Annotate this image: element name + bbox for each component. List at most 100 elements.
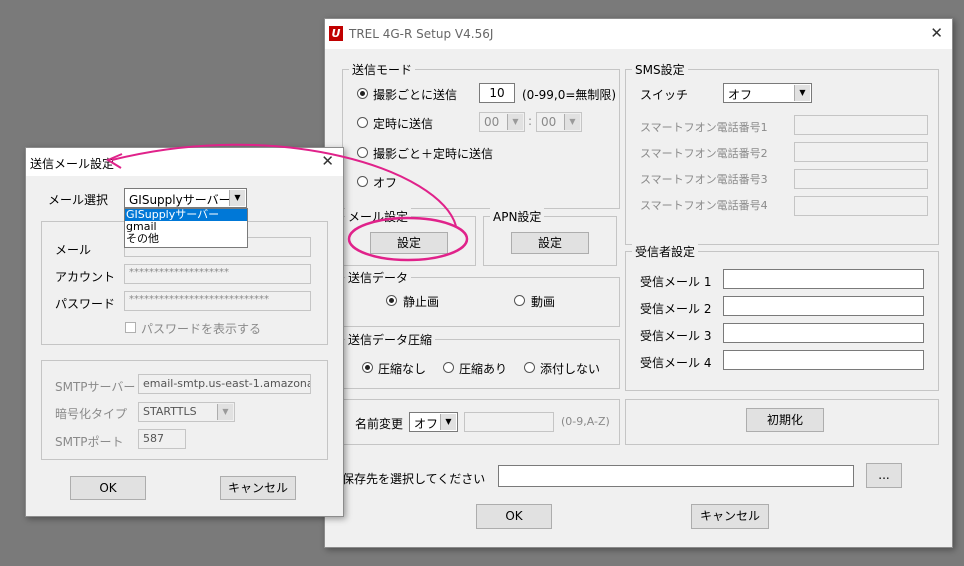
rename-group: 名前変更 オフ ▼ (0-9,A-Z) — [342, 399, 620, 445]
phone3-label: スマートフオン電話番号3 — [640, 173, 768, 186]
phone4-label: スマートフオン電話番号4 — [640, 199, 768, 212]
phone4-input[interactable] — [794, 196, 928, 216]
mail-settings-button[interactable]: 設定 — [370, 232, 448, 254]
chevron-down-icon: ▼ — [440, 414, 456, 430]
recipients-legend: 受信者設定 — [632, 243, 699, 260]
account-input[interactable]: ******************** — [124, 264, 311, 284]
recipient4-input[interactable] — [723, 350, 924, 370]
label-send-off: オフ — [373, 176, 398, 190]
browse-button[interactable]: ... — [866, 463, 902, 488]
compression-legend: 送信データ圧縮 — [345, 331, 436, 348]
radio-compression[interactable] — [443, 362, 454, 373]
send-count-hint: (0-99,0=無制限) — [522, 88, 617, 102]
show-password-label: パスワードを表示する — [141, 322, 262, 336]
encryption-select[interactable]: STARTTLS ▼ — [138, 402, 235, 422]
recipient2-input[interactable] — [723, 296, 924, 316]
chevron-down-icon: ▼ — [217, 404, 233, 420]
rename-hint: (0-9,A-Z) — [561, 415, 610, 428]
main-ok-button[interactable]: OK — [476, 504, 552, 529]
password-input[interactable]: **************************** — [124, 291, 311, 311]
init-button[interactable]: 初期化 — [746, 408, 824, 432]
main-window-title: TREL 4G-R Setup V4.56J — [349, 27, 494, 41]
apn-settings-legend: APN設定 — [490, 208, 545, 225]
label-no-compression: 圧縮なし — [378, 362, 427, 376]
recipient1-label: 受信メール 1 — [640, 275, 712, 289]
phone2-label: スマートフオン電話番号2 — [640, 147, 768, 160]
recipient3-label: 受信メール 3 — [640, 329, 712, 343]
label-no-attach: 添付しない — [540, 362, 601, 376]
minute-select[interactable]: 00 ▼ — [536, 112, 582, 132]
mail-select[interactable]: GISupplyサーバー ▼ — [124, 188, 247, 208]
label-send-timed: 定時に送信 — [373, 117, 434, 131]
radio-send-timed[interactable] — [357, 117, 368, 128]
mail-label: メール — [55, 243, 92, 257]
sms-group: SMS設定 スイッチ オフ ▼ スマートフオン電話番号1 スマートフオン電話番号… — [625, 61, 939, 245]
apn-settings-group: APN設定 設定 — [483, 208, 617, 266]
chevron-down-icon: ▼ — [794, 85, 810, 101]
chevron-down-icon: ▼ — [229, 190, 245, 206]
phone3-input[interactable] — [794, 169, 928, 189]
label-still-image: 静止画 — [403, 295, 440, 309]
chevron-down-icon: ▼ — [507, 114, 523, 130]
encryption-label: 暗号化タイプ — [55, 407, 128, 421]
dialog-ok-button[interactable]: OK — [70, 476, 146, 500]
rename-label: 名前変更 — [355, 417, 404, 431]
radio-no-compression[interactable] — [362, 362, 373, 373]
recipient1-input[interactable] — [723, 269, 924, 289]
hour-select[interactable]: 00 ▼ — [479, 112, 525, 132]
phone2-input[interactable] — [794, 142, 928, 162]
save-location-label: 保存先を選択してください — [342, 472, 486, 486]
mail-select-label: メール選択 — [48, 193, 109, 207]
dropdown-option-other[interactable]: その他 — [125, 233, 247, 245]
recipient3-input[interactable] — [723, 323, 924, 343]
radio-send-each[interactable] — [357, 88, 368, 99]
main-cancel-button[interactable]: キャンセル — [691, 504, 769, 529]
send-count-input[interactable]: 10 — [479, 83, 515, 103]
save-location-input[interactable] — [498, 465, 854, 487]
sms-switch-select[interactable]: オフ ▼ — [723, 83, 812, 103]
radio-send-both[interactable] — [357, 147, 368, 158]
phone1-input[interactable] — [794, 115, 928, 135]
show-password-checkbox[interactable] — [125, 322, 136, 333]
label-send-both: 撮影ごと＋定時に送信 — [373, 147, 494, 161]
radio-no-attach[interactable] — [524, 362, 535, 373]
init-group: 初期化 — [625, 399, 939, 445]
radio-send-off[interactable] — [357, 176, 368, 187]
chevron-down-icon: ▼ — [564, 114, 580, 130]
mail-select-dropdown: GISupplyサーバー gmail その他 — [124, 208, 248, 248]
main-window: U TREL 4G-R Setup V4.56J ✕ 送信モード 撮影ごとに送信… — [324, 18, 953, 548]
sms-switch-label: スイッチ — [640, 88, 689, 102]
dialog-titlebar: 送信メール設定 ✕ — [26, 148, 343, 176]
smtp-port-label: SMTPポート — [55, 435, 124, 449]
send-mode-legend: 送信モード — [349, 61, 416, 78]
recipient4-label: 受信メール 4 — [640, 356, 712, 370]
mail-settings-dialog: 送信メール設定 ✕ メール選択 GISupplyサーバー ▼ メール アカウント… — [25, 147, 344, 517]
close-icon[interactable]: ✕ — [930, 24, 943, 42]
label-compression: 圧縮あり — [459, 362, 508, 376]
app-logo-icon: U — [329, 26, 343, 41]
main-titlebar: U TREL 4G-R Setup V4.56J ✕ — [325, 19, 952, 49]
smtp-server-input[interactable]: email-smtp.us-east-1.amazonaws.c — [138, 374, 311, 394]
rename-input[interactable] — [464, 412, 554, 432]
recipient2-label: 受信メール 2 — [640, 302, 712, 316]
phone1-label: スマートフオン電話番号1 — [640, 121, 768, 134]
send-data-group: 送信データ 静止画 動画 — [342, 269, 620, 327]
label-video: 動画 — [531, 295, 556, 309]
radio-still-image[interactable] — [386, 295, 397, 306]
smtp-port-input[interactable]: 587 — [138, 429, 186, 449]
apn-settings-button[interactable]: 設定 — [511, 232, 589, 254]
send-data-legend: 送信データ — [345, 269, 412, 286]
sms-legend: SMS設定 — [632, 61, 688, 78]
dialog-cancel-button[interactable]: キャンセル — [220, 476, 296, 500]
radio-video[interactable] — [514, 295, 525, 306]
rename-select[interactable]: オフ ▼ — [409, 412, 458, 432]
send-mode-group: 送信モード 撮影ごとに送信 10 (0-99,0=無制限) 定時に送信 00 ▼… — [342, 61, 620, 209]
label-send-each: 撮影ごとに送信 — [373, 88, 458, 102]
close-icon[interactable]: ✕ — [321, 152, 334, 170]
time-colon: : — [528, 114, 533, 128]
mail-settings-group: メール設定 設定 — [342, 208, 476, 266]
compression-group: 送信データ圧縮 圧縮なし 圧縮あり 添付しない — [342, 331, 620, 389]
account-label: アカウント — [55, 270, 116, 284]
smtp-server-label: SMTPサーバー — [55, 380, 136, 394]
recipients-group: 受信者設定 受信メール 1 受信メール 2 受信メール 3 受信メール 4 — [625, 243, 939, 391]
